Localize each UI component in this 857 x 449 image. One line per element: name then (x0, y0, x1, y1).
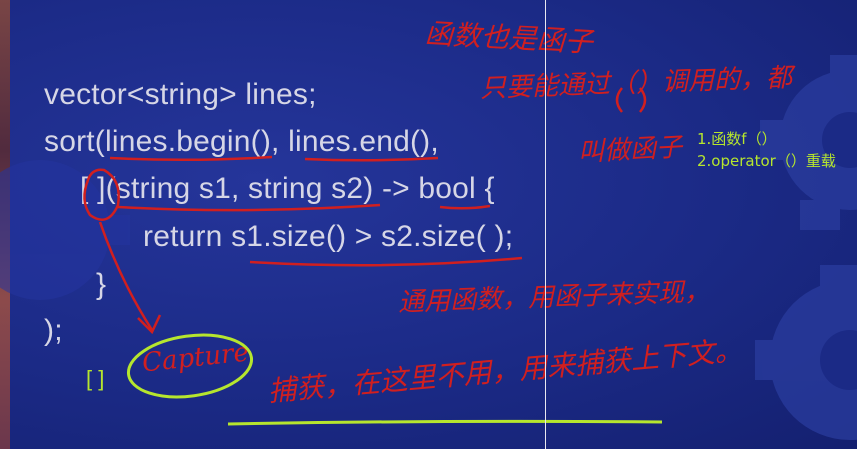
code-line-5: } (96, 268, 107, 301)
code-line-6: ); (44, 314, 63, 347)
side-note-item-1: 1.函数f（） (697, 130, 777, 148)
code-line-3: [ ](string s1, string s2) -> bool { (80, 172, 495, 205)
brackets-label: [ ] (86, 366, 105, 391)
side-note: 1.函数f（） 2.operator（）重载 (697, 128, 847, 172)
slide-canvas: vector<string> lines; sort(lines.begin()… (0, 0, 857, 449)
cursor-line (545, 0, 546, 449)
side-note-item-2: 2.operator（）重载 (697, 152, 836, 170)
code-line-4: return s1.size() > s2.size( ); (143, 220, 514, 253)
code-line-1: vector<string> lines; (44, 78, 317, 111)
code-line-2: sort(lines.begin(), lines.end(), (44, 125, 439, 158)
handwriting-note-2: 叫做函子 (577, 132, 683, 168)
